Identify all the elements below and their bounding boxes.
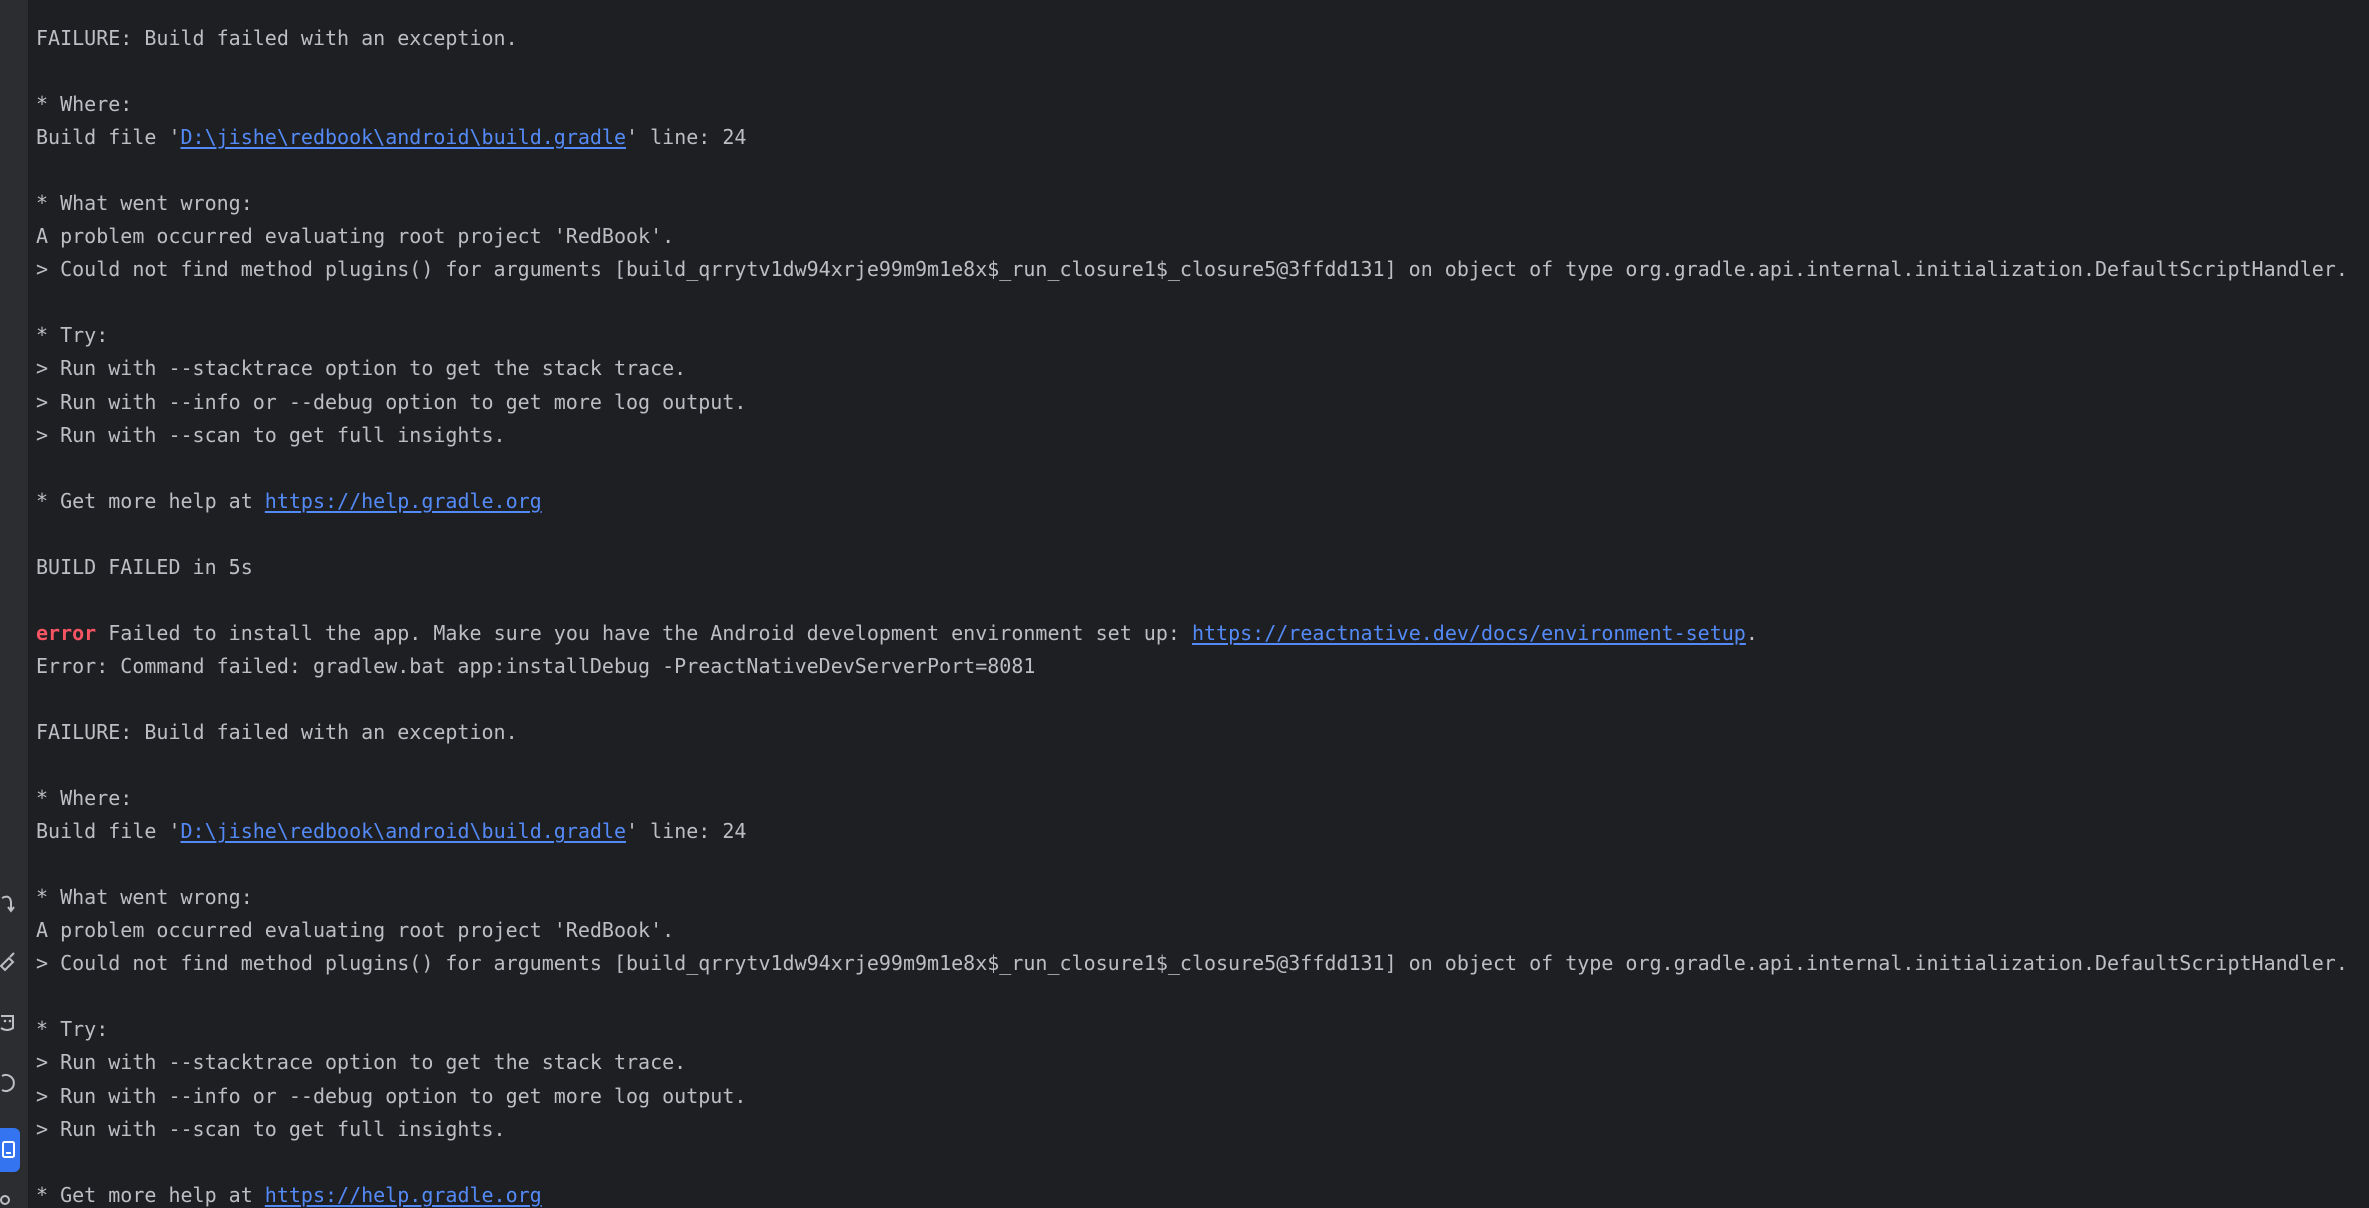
console-text: Build file ' — [36, 125, 181, 150]
console-text: * Get more help at — [36, 488, 265, 513]
console-line: > Run with --stacktrace option to get th… — [36, 1050, 687, 1075]
console-line: FAILURE: Build failed with an exception. — [36, 719, 518, 744]
terminal-icon[interactable] — [0, 1128, 20, 1172]
console-line: BUILD FAILED in 5s — [36, 554, 253, 579]
tool-window-stripe — [0, 0, 29, 1208]
console-line: * What went wrong: — [36, 191, 253, 216]
undo-icon[interactable] — [0, 888, 20, 918]
console-line: A problem occurred evaluating root proje… — [36, 918, 675, 943]
console-line-with-link: Build file 'D:\jishe\redbook\android\bui… — [36, 121, 2369, 154]
console-line: A problem occurred evaluating root proje… — [36, 224, 675, 249]
console-line: > Run with --stacktrace option to get th… — [36, 356, 687, 381]
console-line-with-link: * Get more help at https://help.gradle.o… — [36, 1179, 2369, 1208]
console-text: ' line: 24 — [626, 819, 747, 844]
build-hammer-icon[interactable] — [0, 948, 20, 978]
refresh-icon[interactable] — [0, 1068, 20, 1098]
console-link[interactable]: D:\jishe\redbook\android\build.gradle — [181, 125, 627, 149]
console-line: > Run with --scan to get full insights. — [36, 422, 506, 447]
console-line: > Could not find method plugins() for ar… — [36, 257, 2348, 282]
console-line: * Try: — [36, 323, 109, 348]
console-line: FAILURE: Build failed with an exception. — [36, 26, 518, 50]
profiler-icon[interactable] — [0, 1008, 20, 1038]
console-link[interactable]: https://reactnative.dev/docs/environment… — [1192, 621, 1746, 645]
console-text: Failed to install the app. Make sure you… — [96, 620, 1192, 645]
error-tag: error — [36, 620, 97, 645]
console-line: * Try: — [36, 1017, 109, 1042]
console-error-line: error Failed to install the app. Make su… — [36, 617, 2369, 650]
console-line: * Where: — [36, 786, 133, 811]
console-line: > Run with --scan to get full insights. — [36, 1116, 506, 1141]
console-line: > Run with --info or --debug option to g… — [36, 389, 747, 414]
ide-window: FAILURE: Build failed with an exception.… — [0, 0, 2369, 1208]
console-link[interactable]: https://help.gradle.org — [265, 1183, 542, 1207]
console-line-with-link: Build file 'D:\jishe\redbook\android\bui… — [36, 815, 2369, 848]
console-link[interactable]: D:\jishe\redbook\android\build.gradle — [181, 819, 627, 843]
console-text: Build file ' — [36, 819, 181, 844]
console-line: > Run with --info or --debug option to g… — [36, 1083, 747, 1108]
console-text: . — [1745, 620, 1758, 645]
git-branch-icon[interactable] — [0, 1190, 20, 1208]
console-line-with-link: * Get more help at https://help.gradle.o… — [36, 485, 2369, 518]
console-line: Error: Command failed: gradlew.bat app:i… — [36, 653, 1036, 678]
console-text: * Get more help at — [36, 1182, 265, 1207]
console-line: > Could not find method plugins() for ar… — [36, 951, 2348, 976]
console-line: * Where: — [36, 92, 133, 117]
console-text: ' line: 24 — [626, 125, 747, 150]
run-console-output[interactable]: FAILURE: Build failed with an exception.… — [36, 22, 2369, 1208]
console-link[interactable]: https://help.gradle.org — [265, 489, 542, 513]
console-line: * What went wrong: — [36, 885, 253, 910]
